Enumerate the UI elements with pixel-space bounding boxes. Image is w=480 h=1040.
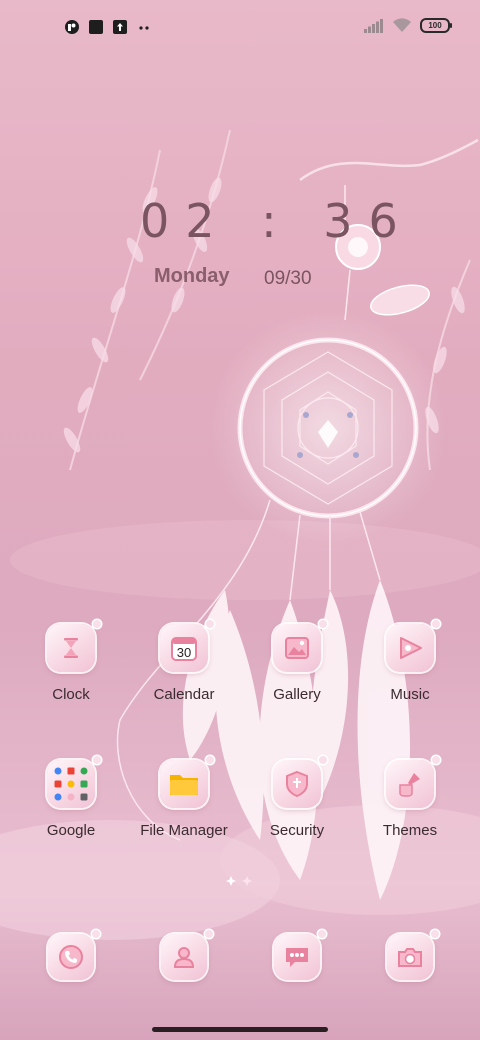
folder-icon: [160, 756, 214, 808]
app-label: Google: [46, 822, 96, 839]
app-label: Clock: [52, 686, 90, 703]
app-security[interactable]: Security: [242, 756, 352, 839]
dock-messages[interactable]: [242, 930, 352, 980]
app-google-folder[interactable]: Google: [16, 756, 126, 839]
paintbrush-icon: [386, 756, 440, 808]
app-music[interactable]: Music: [355, 620, 465, 703]
image-icon: [273, 620, 327, 672]
gesture-navigation-bar[interactable]: [152, 1027, 328, 1032]
dock-contacts[interactable]: [129, 930, 239, 980]
phone-icon: [48, 930, 100, 980]
app-themes[interactable]: Themes: [355, 756, 465, 839]
music-icon: [386, 620, 440, 672]
app-notification-icon: [65, 20, 79, 34]
dock-camera[interactable]: [355, 930, 465, 980]
page-dot-active: [226, 876, 236, 886]
app-clock[interactable]: Clock: [16, 620, 126, 703]
google-folder-icon: [47, 756, 101, 808]
battery-icon: 100: [420, 18, 452, 33]
app-label: Music: [390, 686, 430, 703]
dock-phone[interactable]: [16, 930, 126, 980]
app-calendar[interactable]: 30 Calendar: [129, 620, 239, 703]
status-bar-left: [64, 19, 152, 35]
contacts-icon: [161, 930, 213, 980]
signal-icon: [364, 18, 383, 33]
calendar-icon: 30: [160, 620, 214, 672]
page-dot: [242, 876, 252, 886]
more-dots-icon: [139, 26, 149, 30]
clock-widget-date: 09/30: [264, 268, 312, 289]
app-label: Calendar: [153, 686, 215, 703]
app-label: Security: [269, 822, 325, 839]
camera-icon: [387, 930, 439, 980]
upload-icon: [113, 20, 127, 34]
app-label: Gallery: [273, 686, 321, 703]
calendar-badge: 30: [177, 645, 191, 660]
status-bar-right: 100: [364, 18, 452, 33]
page-indicator: [226, 876, 252, 886]
messages-icon: [274, 930, 326, 980]
status-bar: 100: [0, 0, 480, 56]
wifi-icon: [393, 18, 411, 32]
clock-widget-day: Monday: [154, 265, 230, 287]
square-icon: [89, 20, 103, 34]
hourglass-icon: [47, 620, 101, 672]
app-label: File Manager: [140, 822, 228, 839]
app-label: Themes: [382, 822, 438, 839]
app-file-manager[interactable]: File Manager: [129, 756, 239, 839]
app-gallery[interactable]: Gallery: [242, 620, 352, 703]
battery-level: 100: [428, 20, 442, 30]
shield-icon: [273, 756, 327, 808]
clock-widget-time[interactable]: 02 : 36: [140, 194, 414, 248]
